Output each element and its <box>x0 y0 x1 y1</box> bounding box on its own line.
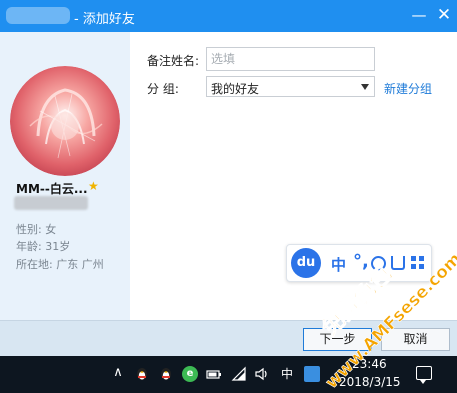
blurred-username <box>6 7 70 24</box>
show-hidden-icons-icon[interactable]: ∧ <box>110 365 126 381</box>
volume-icon[interactable] <box>254 366 270 382</box>
qq-penguin-icon[interactable] <box>158 366 174 382</box>
nickname: MM--白云... <box>16 182 88 196</box>
gender-info: 性别: 女 <box>16 223 57 236</box>
notification-icon[interactable] <box>416 366 432 384</box>
app-tray-icon[interactable] <box>304 366 320 382</box>
star-icon: ★ <box>88 179 99 193</box>
input-method-indicator[interactable]: 中 <box>279 366 295 382</box>
toolbox-grid-icon[interactable] <box>411 256 425 270</box>
close-button[interactable]: ✕ <box>432 4 456 28</box>
dialog-footer: 下一步 取消 <box>0 320 457 356</box>
qq-penguin-icon[interactable] <box>134 366 150 382</box>
new-group-link[interactable]: 新建分组 <box>384 80 432 97</box>
battery-icon[interactable] <box>206 366 222 382</box>
group-label: 分 组: <box>147 82 179 96</box>
chevron-down-icon <box>361 84 369 90</box>
ime-toolbar[interactable]: du 中 °, <box>286 244 432 282</box>
minimize-button[interactable]: — <box>407 4 431 28</box>
next-button[interactable]: 下一步 <box>303 328 372 351</box>
age-info: 年龄: 31岁 <box>16 240 71 253</box>
location-info: 所在地: 广东 广州 <box>16 258 104 271</box>
skin-icon[interactable] <box>391 256 405 270</box>
clock-date[interactable]: 2018/3/15 <box>339 375 401 389</box>
cancel-button[interactable]: 取消 <box>381 328 450 351</box>
green-app-icon[interactable]: e <box>182 366 198 382</box>
ime-mode-toggle[interactable]: 中 <box>331 254 346 275</box>
blurred-account-number <box>14 196 88 210</box>
remark-label: 备注姓名: <box>147 54 200 68</box>
ime-punctuation-toggle[interactable]: °, <box>353 251 369 272</box>
title-bar[interactable]: - 添加好友 — ✕ <box>0 0 457 32</box>
add-friend-dialog: - 添加好友 — ✕ MM--白云... ★ 性别: 女 年龄: 31岁 所在地… <box>0 0 457 356</box>
profile-panel: MM--白云... ★ 性别: 女 年龄: 31岁 所在地: 广东 广州 <box>0 32 130 320</box>
emoji-icon[interactable] <box>371 256 386 271</box>
group-select[interactable]: 我的好友 <box>206 76 375 97</box>
baidu-ime-logo[interactable]: du <box>291 248 321 278</box>
avatar <box>10 66 120 176</box>
group-selected-value: 我的好友 <box>211 82 260 96</box>
window-title: - 添加好友 <box>74 12 135 27</box>
clock-time[interactable]: 23:46 <box>352 357 387 371</box>
taskbar: ∧ e 中 23:46 2018/3/15 <box>0 356 457 393</box>
remark-input[interactable] <box>206 47 375 71</box>
wifi-icon[interactable] <box>231 366 247 382</box>
